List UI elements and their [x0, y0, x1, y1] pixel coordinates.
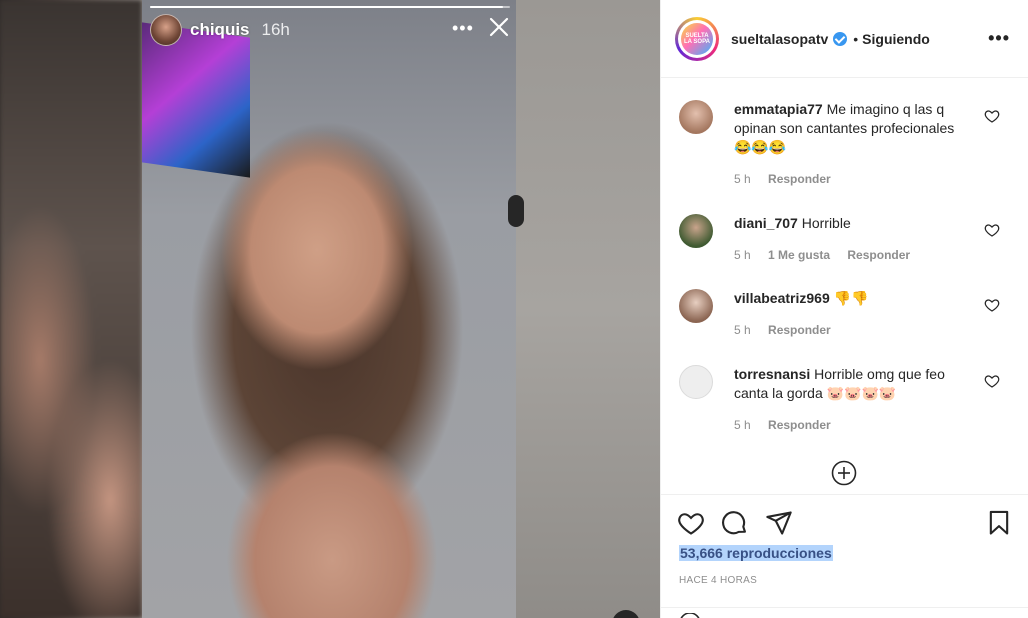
comment-time: 5 h: [734, 172, 751, 186]
story-video[interactable]: [142, 0, 516, 618]
comment-text: villabeatriz969 👎👎: [734, 289, 974, 308]
comment-icon[interactable]: [721, 509, 749, 537]
reply-button[interactable]: Responder: [768, 418, 831, 432]
comment-meta: 5 h Responder: [734, 172, 845, 186]
account-avatar[interactable]: SUELTA LA SOPA: [675, 16, 719, 61]
add-circle-icon[interactable]: [831, 460, 857, 486]
story-header: chiquis 16h: [150, 14, 290, 46]
story-progress-bar: [150, 6, 510, 8]
post-timestamp: HACE 4 HORAS: [679, 575, 758, 586]
commenter-avatar[interactable]: [679, 100, 713, 134]
comment-username[interactable]: torresnansi: [734, 366, 810, 382]
comment-username[interactable]: diani_707: [734, 215, 798, 231]
side-nav-handle[interactable]: [508, 195, 524, 227]
story-username[interactable]: chiquis: [190, 20, 250, 40]
more-icon[interactable]: •••: [452, 19, 473, 37]
close-icon[interactable]: [488, 16, 510, 38]
commenter-avatar-placeholder[interactable]: [679, 365, 713, 399]
comment-time: 5 h: [734, 323, 751, 337]
like-comment-heart-icon[interactable]: [984, 297, 1000, 313]
verified-badge-icon: [833, 31, 848, 46]
like-comment-heart-icon[interactable]: [984, 373, 1000, 389]
commenter-avatar[interactable]: [679, 214, 713, 248]
comment-content: Horrible: [801, 215, 851, 231]
commenter-avatar[interactable]: [679, 289, 713, 323]
emoji-icon[interactable]: [679, 613, 701, 618]
comment-username[interactable]: emmatapia77: [734, 101, 823, 117]
comment-meta: 5 h 1 Me gusta Responder: [734, 248, 924, 262]
heart-icon[interactable]: [677, 509, 705, 537]
divider: [661, 607, 1028, 608]
comments-list: emmatapia77 Me imagino q las q opinan so…: [661, 78, 1028, 494]
comment-text: diani_707 Horrible: [734, 214, 974, 233]
account-username[interactable]: sueltalasopatv: [731, 31, 828, 47]
options-more-icon[interactable]: •••: [988, 28, 1010, 49]
story-time: 16h: [261, 20, 290, 39]
comment-meta: 5 h Responder: [734, 418, 845, 432]
comment-username[interactable]: villabeatriz969: [734, 290, 830, 306]
post-panel: SUELTA LA SOPA sueltalasopatv • Siguiend…: [660, 0, 1028, 618]
post-header: SUELTA LA SOPA sueltalasopatv • Siguiend…: [661, 0, 1028, 78]
like-comment-heart-icon[interactable]: [984, 108, 1000, 124]
account-logo: SUELTA LA SOPA: [681, 22, 713, 55]
header-separator: •: [853, 30, 859, 47]
story-avatar[interactable]: [150, 14, 182, 46]
blurred-background-right: [516, 0, 660, 618]
comment-meta: 5 h Responder: [734, 323, 845, 337]
reply-button[interactable]: Responder: [768, 172, 831, 186]
following-button[interactable]: Siguiendo: [862, 31, 930, 47]
like-comment-heart-icon[interactable]: [984, 222, 1000, 238]
comment-likes[interactable]: 1 Me gusta: [768, 248, 830, 262]
reply-button[interactable]: Responder: [847, 248, 910, 262]
media-viewer: chiquis 16h •••: [0, 0, 660, 618]
post-actions: 53,666 reproducciones HACE 4 HORAS: [661, 494, 1028, 618]
bookmark-icon[interactable]: [985, 509, 1013, 537]
blurred-background-left: [0, 0, 142, 618]
comment-text: torresnansi Horrible omg que feo canta l…: [734, 365, 974, 403]
comment-time: 5 h: [734, 418, 751, 432]
comment-time: 5 h: [734, 248, 751, 262]
share-icon[interactable]: [765, 509, 793, 537]
comment-text: emmatapia77 Me imagino q las q opinan so…: [734, 100, 974, 157]
comment-content: 👎👎: [833, 290, 869, 306]
reply-button[interactable]: Responder: [768, 323, 831, 337]
view-count[interactable]: 53,666 reproducciones: [679, 545, 833, 561]
